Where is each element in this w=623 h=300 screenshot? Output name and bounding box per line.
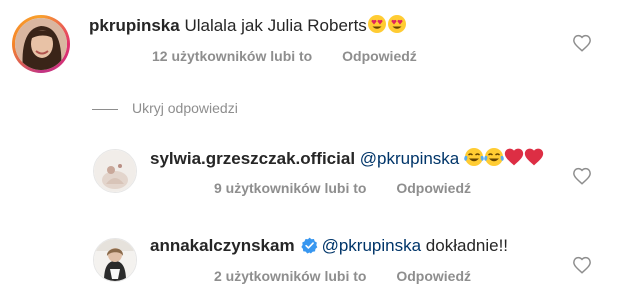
comment-username[interactable]: sylwia.grzeszczak.official (150, 149, 355, 168)
avatar-story-ring[interactable] (12, 15, 70, 73)
heart-eyes-emoji-icon (387, 14, 407, 39)
like-heart-icon[interactable] (572, 256, 592, 274)
like-heart-icon[interactable] (572, 34, 592, 52)
comment-text: dokładnie!! (425, 236, 509, 255)
reply-button[interactable]: Odpowiedź (342, 48, 417, 64)
tears-of-joy-emoji-icon (464, 147, 484, 172)
avatar (15, 18, 67, 70)
red-heart-emoji-icon (524, 147, 544, 172)
avatar-image (94, 239, 136, 281)
heart-eyes-emoji-icon (367, 14, 387, 39)
reply-button[interactable]: Odpowiedź (396, 180, 471, 196)
mention-link[interactable]: @pkrupinska (322, 236, 421, 255)
hide-replies-label: Ukryj odpowiedzi (132, 100, 238, 116)
avatar[interactable] (93, 238, 137, 282)
like-heart-icon[interactable] (572, 167, 592, 185)
avatar[interactable] (93, 149, 137, 193)
comment-username[interactable]: pkrupinska (89, 16, 180, 35)
comment-text: Ulalala jak Julia Roberts (184, 16, 367, 35)
avatar-image (94, 150, 136, 192)
red-heart-emoji-icon (504, 147, 524, 172)
verified-badge-icon (300, 237, 317, 254)
hide-replies-button[interactable]: Ukryj odpowiedzi (92, 100, 238, 116)
avatar-image (15, 18, 67, 70)
mention-link[interactable]: @pkrupinska (360, 149, 459, 168)
likes-count[interactable]: 9 użytkowników lubi to (214, 180, 366, 196)
likes-count[interactable]: 2 użytkowników lubi to (214, 268, 366, 284)
divider (92, 108, 118, 110)
tears-of-joy-emoji-icon (484, 147, 504, 172)
comment-username[interactable]: annakalczynskam (150, 236, 295, 255)
likes-count[interactable]: 12 użytkowników lubi to (152, 48, 312, 64)
reply-button[interactable]: Odpowiedź (396, 268, 471, 284)
